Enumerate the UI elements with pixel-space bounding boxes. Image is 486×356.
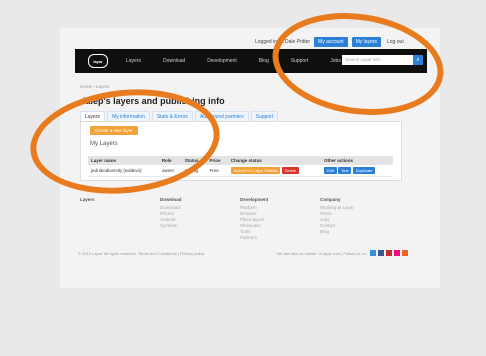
footer-col-layers: Layers	[80, 197, 160, 241]
other-actions-cell: Edit Test Duplicate	[320, 165, 393, 177]
site-footer: Layers Download Download iPhone Android …	[80, 197, 400, 241]
footer-col-download: Download Download iPhone Android Symbian	[160, 197, 240, 241]
account-bar: Logged in as Dale Pritter My account My …	[255, 37, 404, 47]
twitter-icon[interactable]	[370, 250, 376, 256]
logged-in-text: Logged in as Dale Pritter	[255, 39, 311, 45]
youtube-icon[interactable]	[386, 250, 392, 256]
edit-button[interactable]: Edit	[323, 167, 337, 174]
copyright-text: © 2010 Layar. All rights reserved. Terms…	[78, 250, 205, 256]
logout-link[interactable]: Log out	[387, 39, 404, 45]
my-layers-button[interactable]: My layers	[351, 37, 382, 47]
test-button[interactable]: Test	[338, 167, 352, 174]
table-row: jedi Biodiversity [soldev1] owner testin…	[88, 165, 393, 177]
footer-heading[interactable]: Download	[160, 197, 240, 203]
nav-item-development[interactable]: Development	[207, 58, 236, 64]
layers-table: Layer name Role Status Price Change stat…	[88, 156, 393, 177]
delete-button[interactable]: Delete	[281, 167, 300, 174]
change-status-cell: Submit for Layar Publish Delete	[227, 165, 321, 177]
layer-status: testing	[181, 165, 207, 177]
nav-item-support[interactable]: Support	[291, 58, 309, 64]
footer-link[interactable]: Blog	[320, 229, 400, 235]
column-header: Status	[181, 156, 207, 165]
nav-menu: Layers Download Development Blog Support…	[126, 58, 363, 64]
nav-item-jobs[interactable]: Jobs	[330, 58, 341, 64]
footer-col-development: Development Platform Browser Place layer…	[240, 197, 320, 241]
flickr-icon[interactable]	[394, 250, 400, 256]
follow-area: We are also on mobile: m.layar.com | Fol…	[277, 250, 408, 256]
layer-name-link[interactable]: jedi Biodiversity [soldev1]	[88, 165, 159, 177]
layar-logo[interactable]: layar	[88, 54, 108, 68]
duplicate-button[interactable]: Duplicate	[352, 167, 376, 174]
social-links	[370, 250, 408, 256]
footer-heading[interactable]: Layers	[80, 197, 160, 203]
footer-heading[interactable]: Company	[320, 197, 400, 203]
my-account-button[interactable]: My account	[314, 37, 348, 47]
search-icon[interactable]: ⌕	[413, 55, 423, 65]
footer-col-company: Company Working at Layar Press Jobs Cont…	[320, 197, 400, 241]
layers-panel: Create a new layer My Layers Layer name …	[80, 121, 402, 181]
column-header: Price	[206, 156, 228, 165]
facebook-icon[interactable]	[378, 250, 384, 256]
table-header-row: Layer name Role Status Price Change stat…	[88, 156, 393, 165]
column-header: Role	[158, 156, 182, 165]
section-title: My Layers	[90, 141, 118, 147]
follow-text: We are also on mobile: m.layar.com | Fol…	[276, 250, 367, 256]
nav-item-download[interactable]: Download	[163, 58, 185, 64]
column-header: Layer name	[88, 156, 159, 165]
footer-link[interactable]: Symbian	[160, 223, 240, 229]
footer-heading[interactable]: Development	[240, 197, 320, 203]
search-input[interactable]: Search Layar site...	[342, 55, 414, 65]
column-header: Other actions	[320, 156, 393, 165]
nav-item-blog[interactable]: Blog	[259, 58, 269, 64]
footer-link[interactable]: Partners	[240, 235, 320, 241]
rss-icon[interactable]	[402, 250, 408, 256]
layer-price: Free	[206, 165, 228, 177]
create-layer-button[interactable]: Create a new layer	[90, 126, 138, 135]
layer-role: owner	[158, 165, 182, 177]
page-title: dalep's layers and publishing info	[80, 96, 225, 106]
submit-publish-button[interactable]: Submit for Layar Publish	[230, 167, 281, 174]
breadcrumb: Home › Layers	[80, 84, 110, 89]
footer-bottom-bar: © 2010 Layar. All rights reserved. Terms…	[78, 250, 408, 256]
column-header: Change status	[227, 156, 321, 165]
main-navbar: layar Layers Download Development Blog S…	[75, 49, 427, 73]
nav-item-layers[interactable]: Layers	[126, 58, 141, 64]
